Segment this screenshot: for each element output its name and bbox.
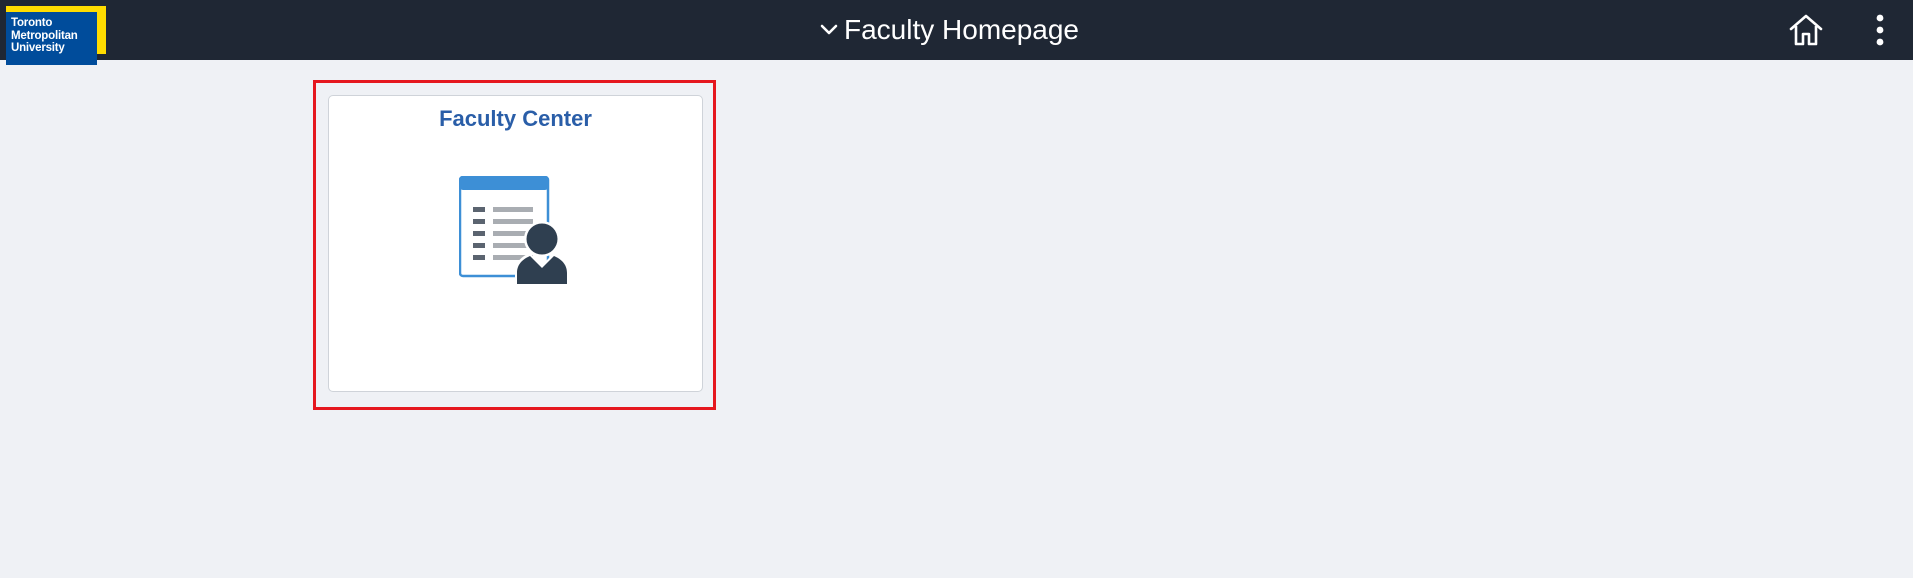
page-title: Faculty Homepage — [844, 14, 1080, 45]
top-banner: Toronto Metropolitan University Faculty … — [0, 0, 1913, 65]
university-logo: Toronto Metropolitan University — [6, 6, 106, 65]
logo-line-1: Toronto — [11, 17, 53, 29]
logo-line-2: Metropolitan — [11, 29, 78, 42]
homepage-selector[interactable]: Faculty Homepage — [818, 13, 1079, 47]
home-button[interactable] — [1786, 10, 1826, 50]
logo-line-3: University — [11, 42, 65, 54]
faculty-center-tile[interactable]: Faculty Center — [328, 95, 703, 392]
faculty-roster-icon — [459, 176, 569, 285]
tile-title: Faculty Center — [439, 106, 592, 131]
actions-menu-button[interactable] — [1862, 10, 1898, 50]
chevron-down-icon — [820, 24, 838, 35]
home-icon — [1789, 14, 1823, 46]
logo-wordmark: Toronto Metropolitan University — [6, 12, 97, 65]
vertical-dots-icon — [1876, 14, 1884, 46]
